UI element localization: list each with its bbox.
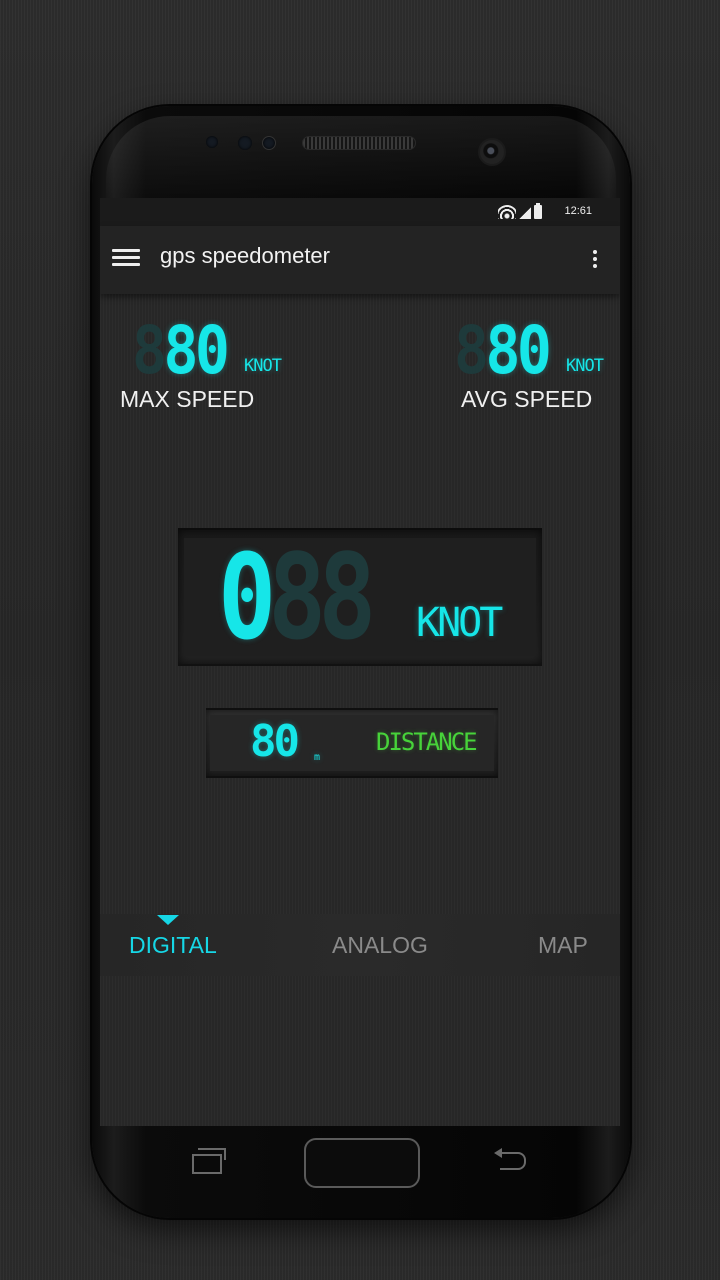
overflow-menu-icon[interactable] — [588, 246, 602, 274]
distance-value: 80 — [250, 716, 300, 767]
recents-icon[interactable] — [192, 1148, 226, 1174]
avg-speed-unit: KNOT — [566, 356, 604, 376]
status-bar: 12:61 — [100, 198, 620, 226]
tab-bar: DIGITAL ANALOG MAP — [100, 914, 620, 976]
avg-speed-block: 880 KNOT AVG SPEED — [440, 316, 620, 426]
light-sensor — [238, 136, 252, 150]
back-icon[interactable] — [494, 1148, 528, 1172]
iris-sensor — [262, 136, 276, 150]
proximity-sensor — [206, 136, 218, 148]
app-screen: 12:61 gps speedometer 880 KNOT MAX SPEED… — [100, 198, 620, 1126]
signal-icon — [519, 207, 531, 219]
current-speed-unit: KNOT — [416, 600, 503, 646]
avg-speed-display: 880 — [454, 316, 552, 386]
max-speed-unit: KNOT — [244, 356, 282, 376]
distance-panel: 80 m DISTANCE — [206, 708, 498, 778]
current-speed-display: 088 — [218, 538, 376, 656]
battery-icon — [534, 203, 542, 219]
distance-label: DISTANCE — [376, 728, 478, 756]
app-title: gps speedometer — [160, 243, 330, 268]
distance-unit: m — [314, 752, 321, 763]
app-bar: gps speedometer — [100, 226, 620, 294]
current-speed-ghost-digits: 88 — [268, 528, 376, 666]
max-speed-block: 880 KNOT MAX SPEED — [120, 316, 320, 426]
wifi-icon — [498, 205, 516, 219]
tab-analog[interactable]: ANALOG — [332, 932, 428, 959]
tab-map[interactable]: MAP — [538, 932, 588, 959]
avg-speed-value: 80 — [485, 312, 551, 389]
max-speed-ghost-digit: 8 — [132, 312, 167, 389]
phone-sheen — [106, 116, 616, 206]
hamburger-menu-icon[interactable] — [112, 246, 140, 274]
avg-speed-label: AVG SPEED — [461, 386, 593, 412]
front-camera-icon — [478, 138, 506, 166]
avg-speed-ghost-digit: 8 — [454, 312, 489, 389]
active-tab-indicator — [157, 915, 179, 925]
current-speed-panel: 088 KNOT — [178, 528, 542, 666]
current-speed-value: 0 — [218, 528, 276, 666]
max-speed-display: 880 — [132, 316, 230, 386]
status-icons — [498, 203, 542, 219]
home-icon[interactable] — [304, 1138, 420, 1188]
earpiece-grille — [302, 136, 416, 150]
status-time: 12:61 — [564, 205, 592, 217]
max-speed-value: 80 — [163, 312, 229, 389]
tab-digital[interactable]: DIGITAL — [129, 932, 217, 959]
navigation-bar — [100, 1126, 620, 1196]
max-speed-label: MAX SPEED — [120, 386, 255, 412]
